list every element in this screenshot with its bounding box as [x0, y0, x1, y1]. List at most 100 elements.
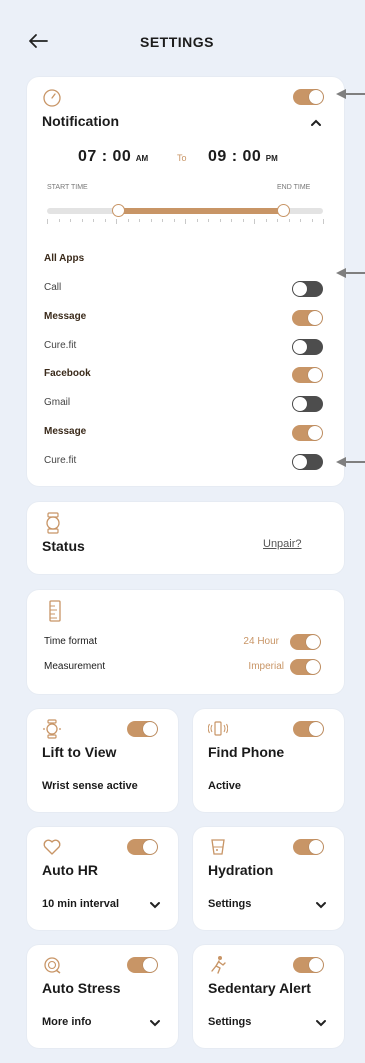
- slider-tick: [70, 219, 71, 222]
- stress-icon: [44, 957, 61, 974]
- feature-subtitle: Active: [208, 780, 242, 792]
- time-range-slider[interactable]: [47, 204, 324, 229]
- watch-icon: [46, 512, 60, 534]
- app-label: Gmail: [44, 397, 71, 409]
- app-toggle[interactable]: [292, 309, 323, 326]
- time-format-label: Time format: [44, 636, 97, 647]
- app-row: Facebook: [27, 365, 344, 385]
- app-toggle[interactable]: [292, 338, 323, 355]
- end-time-value: 09 : 00: [208, 148, 262, 165]
- app-label: Call: [44, 282, 62, 293]
- feature-title: Hydration: [208, 862, 274, 878]
- chevron-down-icon[interactable]: [149, 1017, 161, 1029]
- feature-subtitle[interactable]: Settings: [208, 898, 251, 910]
- feature-toggle[interactable]: [127, 839, 158, 855]
- feature-toggle[interactable]: [127, 721, 158, 737]
- slider-tick: [311, 219, 313, 222]
- slider-tick: [162, 219, 163, 222]
- slider-tick: [104, 219, 106, 222]
- start-time-label: START TIME: [47, 184, 88, 191]
- slider-tick: [150, 219, 152, 222]
- app-row: Message: [27, 423, 344, 443]
- to-label: To: [177, 153, 187, 163]
- slider-tick: [127, 219, 129, 222]
- app-label: Message: [44, 310, 87, 322]
- clock-icon: [43, 89, 61, 107]
- notification-title: Notification: [42, 113, 119, 129]
- slider-end-handle[interactable]: [277, 204, 291, 217]
- feature-tile[interactable]: Sedentary Alert Settings: [193, 945, 344, 1048]
- chevron-down-icon[interactable]: [315, 899, 327, 911]
- slider-tick: [81, 219, 83, 222]
- slider-tick: [219, 219, 221, 222]
- feature-subtitle[interactable]: Settings: [208, 1016, 251, 1028]
- slider-tick: [196, 219, 198, 222]
- time-format-value: 24 Hour: [243, 636, 279, 647]
- app-row: Message: [27, 308, 344, 328]
- end-time-ampm: PM: [265, 154, 278, 163]
- notification-toggle[interactable]: [293, 89, 324, 105]
- slider-tick: [47, 219, 48, 224]
- unpair-link[interactable]: Unpair?: [263, 538, 302, 550]
- slider-tick: [173, 219, 175, 222]
- feature-subtitle[interactable]: More info: [42, 1016, 92, 1028]
- water-glass-icon: [211, 839, 225, 855]
- heart-icon: [43, 839, 61, 855]
- slider-tick: [254, 219, 255, 224]
- start-time-value: 07 : 00: [78, 148, 132, 165]
- app-toggle[interactable]: [292, 425, 323, 441]
- slider-tick: [185, 219, 186, 224]
- feature-tile[interactable]: Find Phone Active: [193, 709, 344, 812]
- measurement-value: Imperial: [248, 661, 284, 672]
- notification-card: Notification 07 : 00 AM To 09 : 00 PM ST…: [27, 77, 344, 486]
- slider-tick: [139, 219, 140, 222]
- feature-toggle[interactable]: [127, 957, 158, 973]
- feature-tile[interactable]: Hydration Settings: [193, 827, 344, 930]
- page-title: SETTINGS: [140, 34, 215, 50]
- app-toggle[interactable]: [292, 396, 323, 413]
- app-label: Cure.fit: [44, 339, 77, 351]
- app-toggle[interactable]: [292, 453, 323, 470]
- app-row: Cure.fit: [27, 337, 344, 357]
- feature-toggle[interactable]: [293, 957, 324, 973]
- slider-tick: [277, 219, 278, 222]
- measurement-toggle[interactable]: [290, 659, 321, 675]
- app-row: Gmail: [27, 394, 344, 414]
- running-person-icon: [211, 956, 226, 974]
- feature-subtitle[interactable]: 10 min interval: [42, 898, 119, 910]
- feature-title: Auto Stress: [42, 980, 121, 996]
- feature-tile[interactable]: Lift to View Wrist sense active: [27, 709, 178, 812]
- slider-tick: [242, 219, 244, 222]
- slider-tick: [288, 219, 290, 222]
- format-card: Time format 24 Hour Measurement Imperial: [27, 590, 344, 694]
- feature-title: Find Phone: [208, 744, 285, 760]
- chevron-down-icon[interactable]: [315, 1017, 327, 1029]
- feature-tile[interactable]: Auto Stress More info: [27, 945, 178, 1048]
- slider-tick: [265, 219, 267, 222]
- slider-ticks: [47, 219, 324, 225]
- app-row: Call: [27, 279, 344, 299]
- status-title: Status: [42, 538, 85, 554]
- start-time-ampm: AM: [135, 154, 149, 163]
- start-time[interactable]: 07 : 00 AM: [78, 148, 148, 166]
- vibrating-phone-icon: [208, 721, 228, 736]
- app-toggle[interactable]: [292, 281, 323, 297]
- back-button[interactable]: [26, 30, 50, 52]
- slider-tick: [208, 219, 209, 222]
- app-row: Cure.fit: [27, 452, 344, 472]
- end-time[interactable]: 09 : 00 PM: [208, 148, 278, 166]
- chevron-up-icon[interactable]: [309, 116, 323, 130]
- time-format-toggle[interactable]: [290, 634, 321, 650]
- arrow-left-icon: [29, 34, 48, 48]
- slider-range-fill: [118, 208, 285, 214]
- feature-tile[interactable]: Auto HR 10 min interval: [27, 827, 178, 930]
- feature-toggle[interactable]: [293, 839, 324, 855]
- app-label: Facebook: [44, 368, 91, 380]
- slider-start-handle[interactable]: [111, 204, 125, 217]
- app-label: Message: [44, 426, 87, 437]
- slider-tick: [93, 219, 94, 222]
- chevron-down-icon[interactable]: [149, 899, 161, 911]
- slider-tick: [58, 219, 60, 222]
- app-toggle[interactable]: [292, 367, 323, 384]
- feature-toggle[interactable]: [293, 721, 324, 737]
